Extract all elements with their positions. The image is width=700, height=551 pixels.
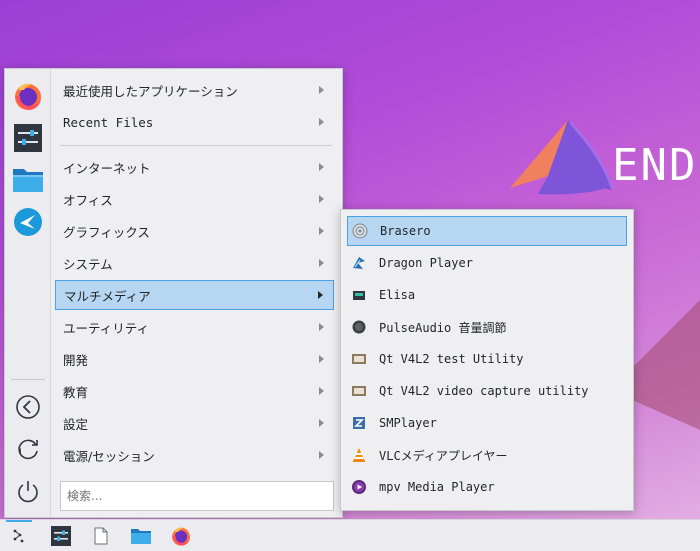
favorite-file-manager[interactable] bbox=[11, 163, 45, 197]
app-label: Dragon Player bbox=[379, 256, 473, 270]
pulseaudio-icon bbox=[351, 319, 367, 335]
category-label: グラフィックス bbox=[63, 224, 150, 240]
dragon-player-icon bbox=[351, 255, 367, 271]
favorites-bar bbox=[5, 69, 51, 517]
chevron-right-icon bbox=[319, 163, 324, 171]
firefox-icon bbox=[15, 83, 41, 110]
category-label: 設定 bbox=[63, 416, 89, 432]
chevron-right-icon bbox=[319, 195, 324, 203]
taskbar-settings[interactable] bbox=[48, 523, 74, 549]
category-power-session[interactable]: 電源/セッション bbox=[55, 440, 334, 470]
category-recent-apps[interactable]: 最近使用したアプリケーション bbox=[55, 75, 334, 105]
application-menu: 最近使用したアプリケーション Recent Files インターネット オフィス… bbox=[4, 68, 343, 518]
mpv-icon bbox=[351, 479, 367, 495]
category-label: 開発 bbox=[63, 352, 89, 368]
app-qt-v4l2-test[interactable]: Qt V4L2 test Utility bbox=[347, 344, 627, 374]
category-recent-files[interactable]: Recent Files bbox=[55, 107, 334, 137]
chevron-right-icon bbox=[319, 259, 324, 267]
back-icon bbox=[16, 395, 40, 419]
app-label: VLCメディアプレイヤー bbox=[379, 448, 508, 463]
app-label: Elisa bbox=[379, 288, 416, 302]
app-mpv[interactable]: mpv Media Player bbox=[347, 472, 627, 502]
app-brasero[interactable]: Brasero bbox=[347, 216, 627, 246]
favorites-separator bbox=[11, 379, 45, 380]
file-manager-icon bbox=[13, 169, 43, 192]
category-settings[interactable]: 設定 bbox=[55, 408, 334, 438]
desktop-logo-text: ENDE bbox=[612, 140, 700, 191]
chevron-right-icon bbox=[319, 419, 324, 427]
firefox-icon bbox=[172, 527, 190, 546]
app-pulseaudio[interactable]: PulseAudio 音量調節 bbox=[347, 312, 627, 342]
app-label: PulseAudio 音量調節 bbox=[379, 320, 507, 335]
session-power[interactable] bbox=[11, 474, 45, 508]
elisa-icon bbox=[351, 287, 367, 303]
category-label: システム bbox=[63, 256, 113, 272]
refresh-icon bbox=[18, 439, 38, 460]
category-label: 電源/セッション bbox=[63, 448, 155, 464]
chevron-right-icon bbox=[319, 227, 324, 235]
taskbar-text-editor[interactable] bbox=[88, 523, 114, 549]
app-dragon-player[interactable]: Dragon Player bbox=[347, 248, 627, 278]
brasero-icon bbox=[352, 223, 368, 239]
app-label: Brasero bbox=[380, 224, 431, 238]
category-office[interactable]: オフィス bbox=[55, 184, 334, 214]
favorite-settings[interactable] bbox=[11, 121, 45, 155]
category-utilities[interactable]: ユーティリティ bbox=[55, 312, 334, 342]
session-back[interactable] bbox=[11, 390, 45, 424]
category-label: ユーティリティ bbox=[63, 320, 150, 336]
qvidcap-icon bbox=[351, 383, 367, 399]
app-label: Qt V4L2 test Utility bbox=[379, 352, 524, 366]
app-label: mpv Media Player bbox=[379, 480, 495, 494]
vlc-cone-icon bbox=[351, 447, 367, 463]
category-education[interactable]: 教育 bbox=[55, 376, 334, 406]
category-label: Recent Files bbox=[63, 114, 154, 130]
app-icon bbox=[14, 208, 42, 236]
chevron-right-icon bbox=[319, 355, 324, 363]
multimedia-submenu: Brasero Dragon Player Elisa PulseAudio 音… bbox=[340, 209, 634, 511]
app-label: SMPlayer bbox=[379, 416, 437, 430]
search-input[interactable] bbox=[60, 481, 334, 511]
document-icon bbox=[94, 527, 108, 545]
category-label: マルチメディア bbox=[64, 288, 151, 304]
favorite-firefox[interactable] bbox=[11, 79, 45, 113]
chevron-right-icon bbox=[319, 323, 324, 331]
app-qt-v4l2-capture[interactable]: Qt V4L2 video capture utility bbox=[347, 376, 627, 406]
taskbar-file-manager[interactable] bbox=[128, 523, 154, 549]
category-separator bbox=[60, 145, 332, 146]
category-development[interactable]: 開発 bbox=[55, 344, 334, 374]
application-launcher-button[interactable] bbox=[6, 523, 32, 549]
settings-icon bbox=[14, 124, 42, 152]
favorite-app[interactable] bbox=[11, 205, 45, 239]
category-multimedia[interactable]: マルチメディア bbox=[55, 280, 334, 310]
chevron-right-icon bbox=[319, 387, 324, 395]
launcher-icon bbox=[13, 529, 24, 543]
category-label: 教育 bbox=[63, 384, 89, 400]
chevron-right-icon bbox=[319, 118, 324, 126]
app-smplayer[interactable]: SMPlayer bbox=[347, 408, 627, 438]
chevron-right-icon bbox=[318, 291, 323, 299]
category-internet[interactable]: インターネット bbox=[55, 152, 334, 182]
app-vlc[interactable]: VLCメディアプレイヤー bbox=[347, 440, 627, 470]
app-label: Qt V4L2 video capture utility bbox=[379, 384, 589, 398]
category-label: インターネット bbox=[63, 160, 151, 176]
taskbar-firefox[interactable] bbox=[168, 523, 194, 549]
smplayer-icon bbox=[351, 415, 367, 431]
taskbar bbox=[0, 519, 700, 551]
category-label: オフィス bbox=[63, 192, 113, 208]
qv4l2-icon bbox=[351, 351, 367, 367]
settings-icon bbox=[51, 526, 71, 546]
folder-icon bbox=[131, 529, 151, 544]
category-graphics[interactable]: グラフィックス bbox=[55, 216, 334, 246]
chevron-right-icon bbox=[319, 86, 324, 94]
category-label: 最近使用したアプリケーション bbox=[63, 83, 238, 99]
category-system[interactable]: システム bbox=[55, 248, 334, 278]
launcher-active-indicator bbox=[6, 520, 32, 522]
session-refresh[interactable] bbox=[11, 432, 45, 466]
app-elisa[interactable]: Elisa bbox=[347, 280, 627, 310]
chevron-right-icon bbox=[319, 451, 324, 459]
power-icon bbox=[18, 481, 38, 503]
